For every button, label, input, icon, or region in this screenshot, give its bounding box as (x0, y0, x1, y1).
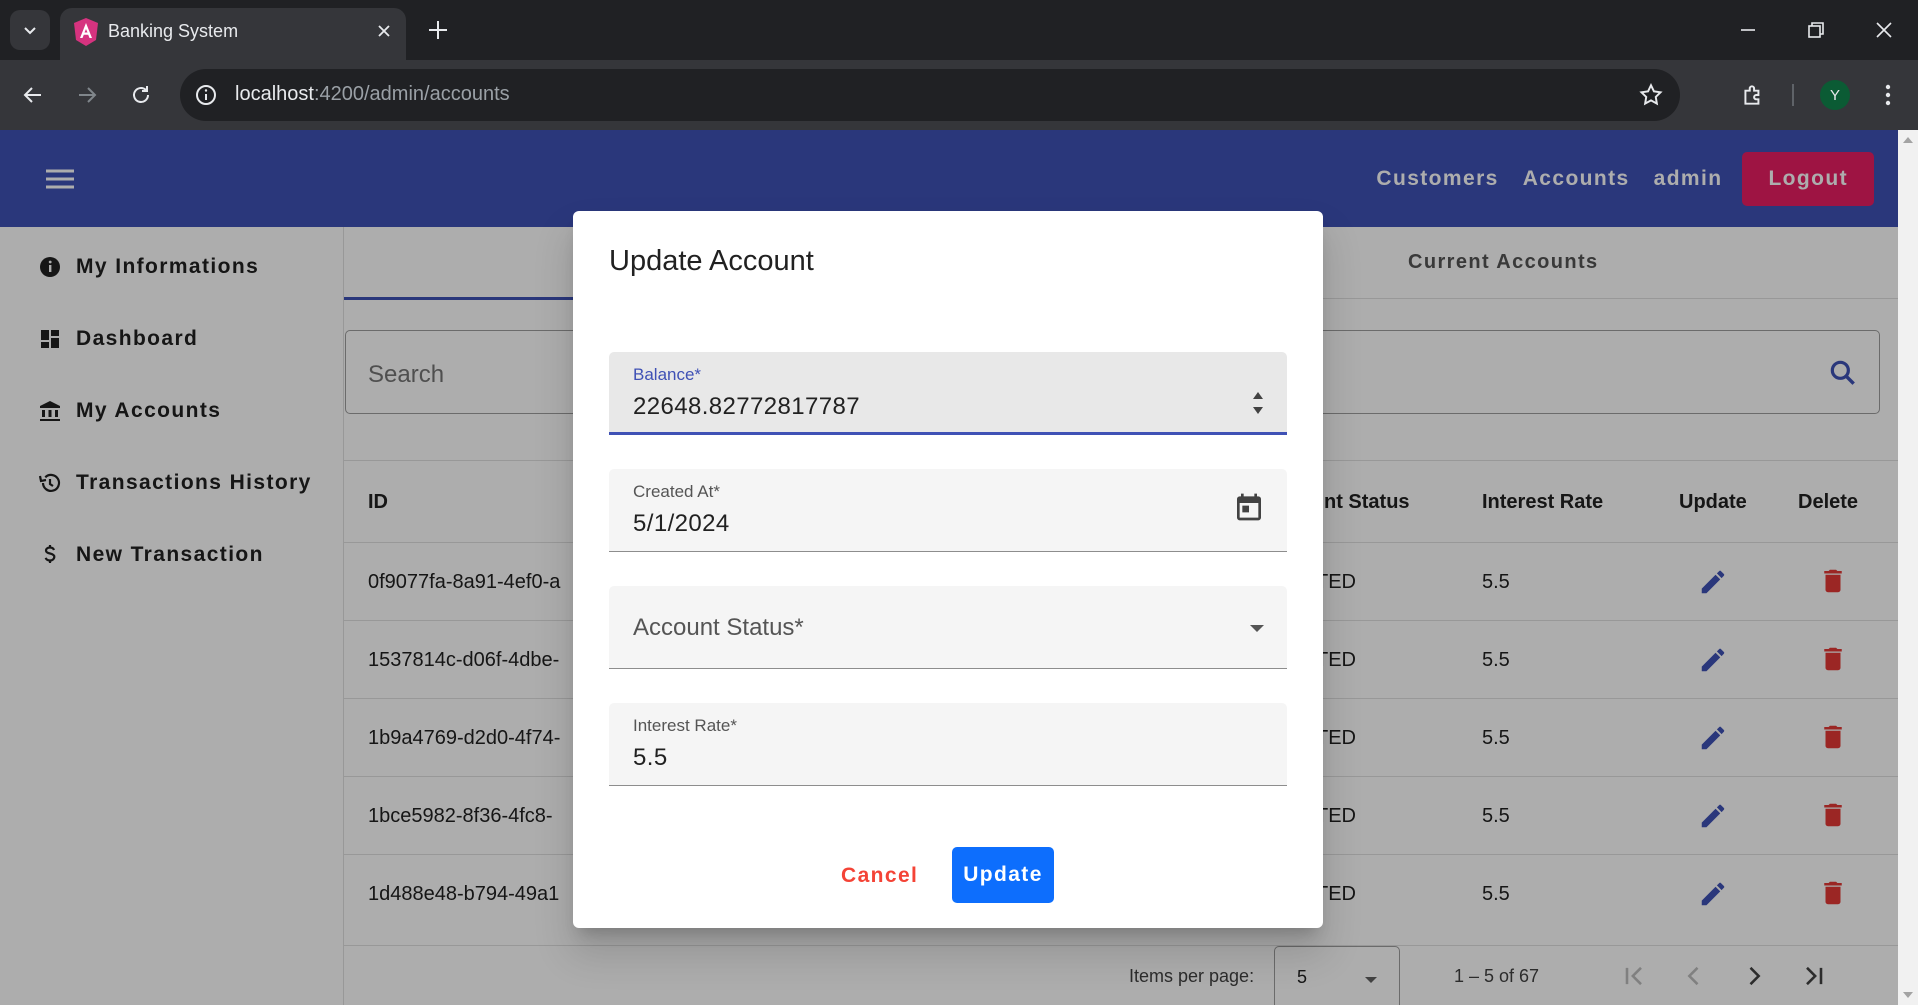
number-spinner-icon[interactable] (1251, 388, 1265, 418)
reload-icon[interactable] (126, 80, 156, 110)
page-scrollbar[interactable] (1898, 130, 1918, 1005)
account-status-placeholder: Account Status* (633, 614, 804, 641)
address-bar[interactable]: localhost:4200/admin/accounts (180, 69, 1680, 121)
created-at-field[interactable]: Created At* 5/1/2024 (609, 469, 1287, 552)
dropdown-arrow-icon (1249, 624, 1265, 634)
page-viewport: Customers Accounts admin Logout My Infor… (0, 130, 1898, 1005)
close-window-icon[interactable] (1850, 0, 1918, 60)
update-button[interactable]: Update (952, 847, 1054, 903)
close-tab-icon[interactable] (374, 21, 394, 41)
scroll-down-arrow-icon[interactable] (1898, 985, 1918, 1005)
tab-search-button[interactable] (10, 10, 50, 50)
browser-toolbar: localhost:4200/admin/accounts Y (0, 60, 1918, 130)
balance-value: 22648.82772817787 (633, 393, 861, 420)
balance-label: Balance* (633, 365, 702, 384)
more-vertical-icon[interactable] (1873, 80, 1903, 110)
dialog-title: Update Account (609, 245, 814, 277)
url-text: localhost:4200/admin/accounts (235, 83, 510, 105)
cancel-button[interactable]: Cancel (841, 864, 918, 888)
interest-rate-label: Interest Rate* (633, 716, 737, 735)
restore-icon[interactable] (1782, 0, 1850, 60)
interest-rate-field[interactable]: Interest Rate* 5.5 (609, 703, 1287, 786)
bookmark-star-icon[interactable] (1638, 82, 1664, 108)
chevron-down-icon (24, 27, 36, 35)
update-account-dialog: Update Account Balance* 22648.8277281778… (573, 211, 1323, 928)
created-at-value: 5/1/2024 (633, 510, 730, 537)
balance-field[interactable]: Balance* 22648.82772817787 (609, 352, 1287, 435)
profile-avatar[interactable]: Y (1820, 80, 1850, 110)
browser-tabstrip: Banking System (0, 0, 1918, 60)
minimize-icon[interactable] (1714, 0, 1782, 60)
toolbar-divider (1792, 84, 1794, 106)
new-tab-plus-icon[interactable] (422, 14, 454, 46)
browser-tab[interactable]: Banking System (60, 8, 406, 60)
back-arrow-icon[interactable] (18, 80, 48, 110)
tab-title: Banking System (108, 21, 239, 41)
forward-arrow-icon[interactable] (72, 80, 102, 110)
site-info-icon[interactable] (194, 83, 218, 107)
scroll-up-arrow-icon[interactable] (1898, 130, 1918, 150)
calendar-icon[interactable] (1233, 491, 1265, 523)
interest-rate-value: 5.5 (633, 744, 668, 771)
angular-favicon-icon (72, 17, 100, 47)
account-status-select[interactable]: Account Status* (609, 586, 1287, 669)
extensions-puzzle-icon[interactable] (1738, 80, 1768, 110)
created-at-label: Created At* (633, 482, 720, 501)
window-controls (1714, 0, 1918, 60)
